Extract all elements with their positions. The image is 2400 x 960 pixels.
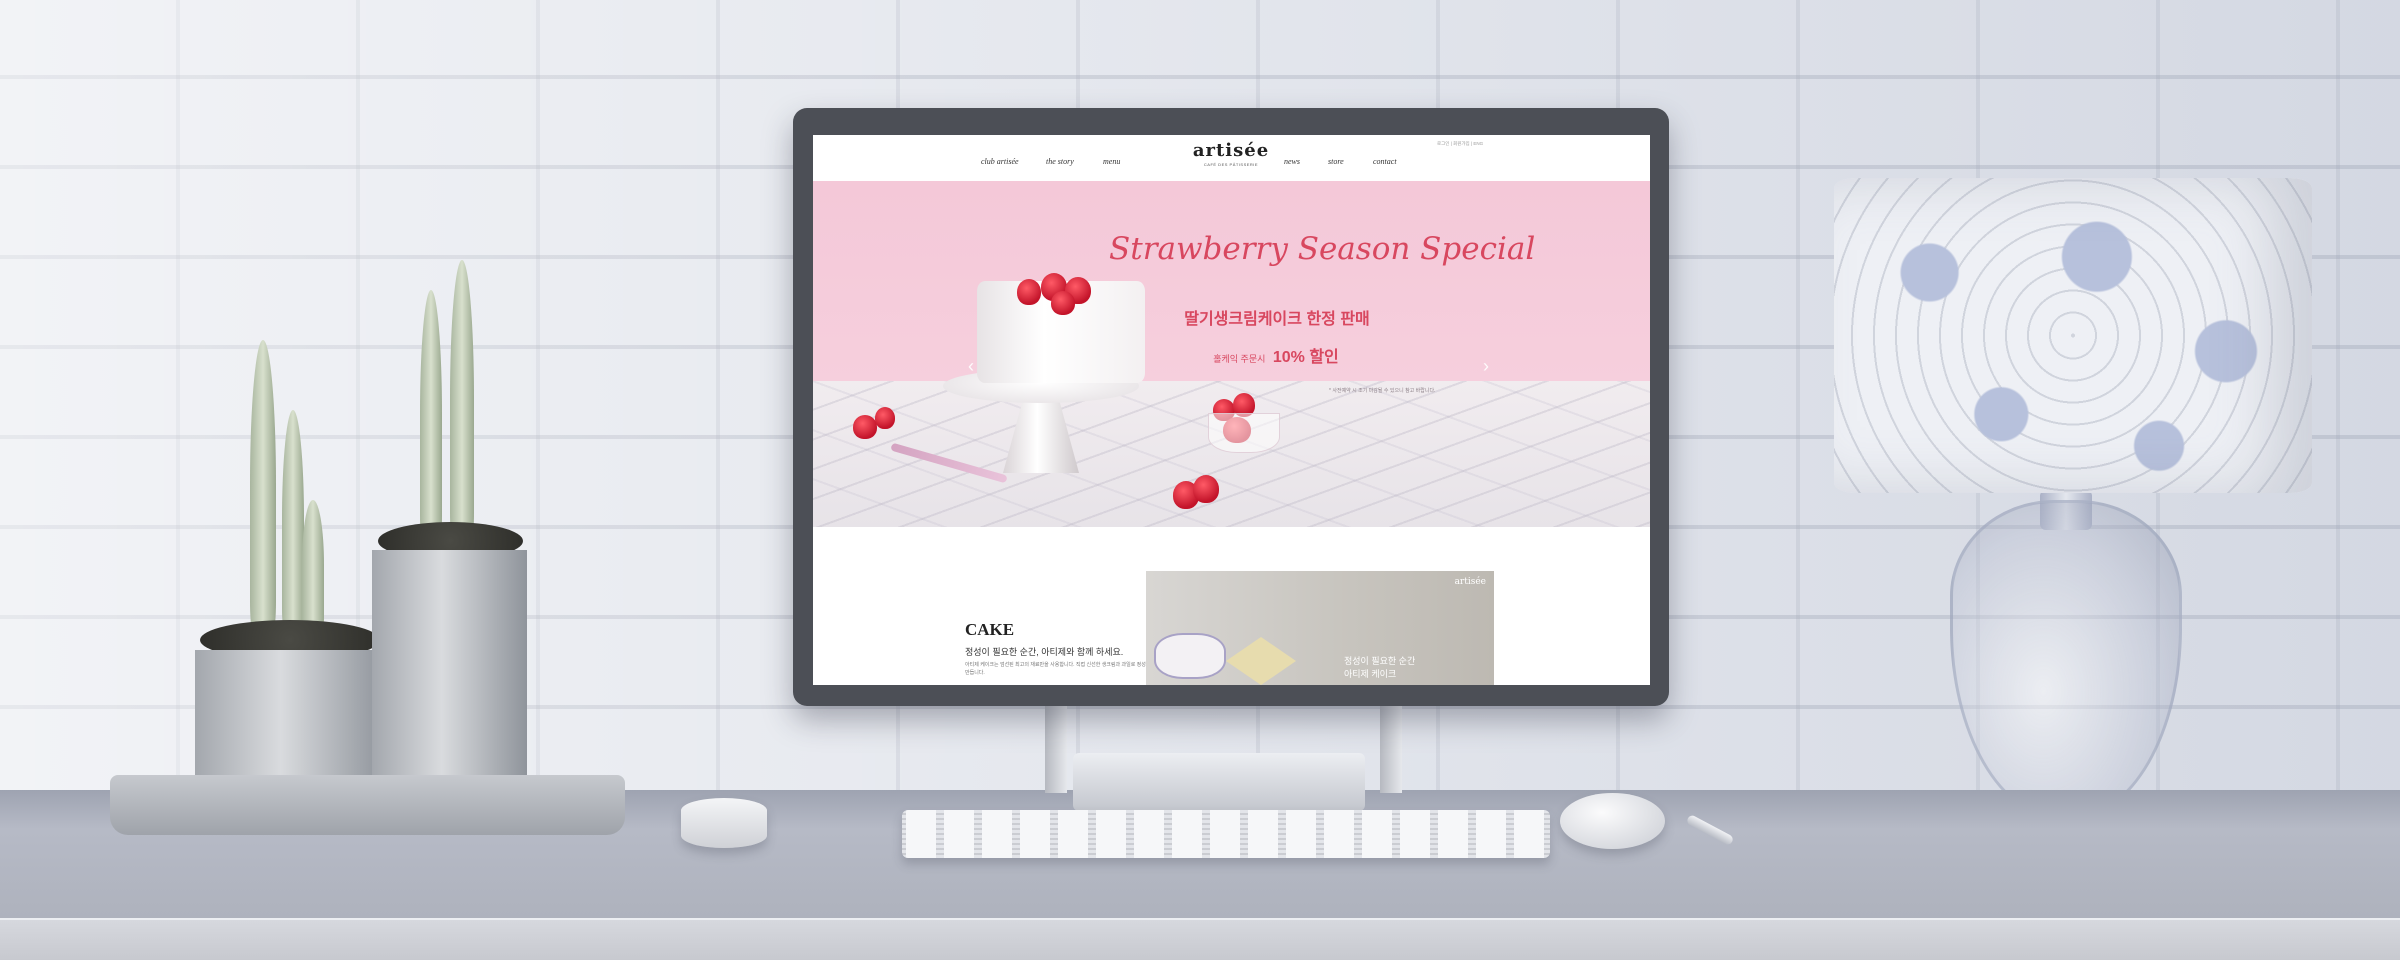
nav-menu[interactable]: menu xyxy=(1103,157,1120,166)
plant-leaf xyxy=(250,340,276,630)
image-caption: 정성이 필요한 순간 아티제 케이크 xyxy=(1344,655,1415,681)
image-caption-line: 아티제 케이크 xyxy=(1344,669,1397,679)
monitor-stand-base xyxy=(1073,753,1365,811)
chevron-left-icon[interactable]: ‹ xyxy=(968,356,974,377)
plant-leaf xyxy=(450,260,474,540)
hero-title: Strawberry Season Special xyxy=(1109,231,1536,267)
cake-section: CAKE 정성이 필요한 순간, 아티제와 함께 하세요. 아티제 케이크는 엄… xyxy=(813,527,1650,685)
nav-store[interactable]: store xyxy=(1328,157,1344,166)
dessert-photo xyxy=(1154,633,1226,679)
discount-value: 10% 할인 xyxy=(1272,349,1339,366)
strawberry xyxy=(1017,279,1041,305)
strawberry xyxy=(875,407,895,429)
plant-pot xyxy=(195,650,385,795)
chevron-right-icon[interactable]: › xyxy=(1483,356,1489,377)
image-caption-line: 정성이 필요한 순간 xyxy=(1344,656,1416,666)
cake-description: 아티제 케이크는 엄선된 최고의 재료만을 사용합니다. 직접 신선한 생크림과… xyxy=(965,662,1151,676)
lamp-shade xyxy=(1834,178,2312,493)
logo-tagline: CAFÉ DES PÂTISSERIE xyxy=(1203,162,1259,167)
plant-tray xyxy=(110,775,625,835)
cake-subheading: 정성이 필요한 순간, 아티제와 함께 하세요. xyxy=(965,647,1124,657)
desk-edge xyxy=(0,918,2400,960)
speaker-puck xyxy=(681,798,767,848)
discount-prefix: 홀케익 주문시 xyxy=(1213,354,1266,364)
monitor-stand-arm xyxy=(1045,703,1067,793)
utility-links[interactable]: 로그인 | 회원가입 | ENG xyxy=(1437,141,1483,147)
site-header: club artisée the story menu artisée CAFÉ… xyxy=(813,135,1650,181)
hero-note: * 사전예약 시 조기 마감될 수 있으니 참고 바랍니다. xyxy=(1329,388,1436,394)
monitor-screen: club artisée the story menu artisée CAFÉ… xyxy=(813,135,1650,685)
cake-promo-image[interactable]: artisée 정성이 필요한 순간 아티제 케이크 xyxy=(1146,571,1494,685)
plant-pot xyxy=(372,550,527,775)
monitor-stand-arm xyxy=(1380,703,1402,793)
image-logo: artisée xyxy=(1454,577,1486,587)
hero-discount: 홀케익 주문시 10% 할인 xyxy=(1201,343,1351,367)
hero-subtitle: 딸기생크림케이크 한정 판매 xyxy=(1184,311,1370,328)
mouse[interactable] xyxy=(1560,793,1665,849)
strawberry xyxy=(853,415,877,439)
cake-box-photo xyxy=(1226,637,1296,685)
strawberry xyxy=(1051,291,1075,315)
plant-leaf xyxy=(282,410,304,630)
nav-contact[interactable]: contact xyxy=(1373,157,1397,166)
plant-leaf xyxy=(420,290,442,540)
logo-wordmark: artisée xyxy=(1192,140,1270,161)
plant-leaf xyxy=(302,500,324,630)
hero-banner[interactable]: Strawberry Season Special 딸기생크림케이크 한정 판매… xyxy=(813,181,1650,527)
nav-the-story[interactable]: the story xyxy=(1046,157,1074,166)
nav-club-artisee[interactable]: club artisée xyxy=(981,157,1019,166)
nav-news[interactable]: news xyxy=(1284,157,1300,166)
keyboard[interactable] xyxy=(902,810,1550,858)
strawberry xyxy=(1193,475,1219,503)
cake-heading: CAKE xyxy=(965,620,1015,639)
site-logo[interactable]: artisée CAFÉ DES PÂTISSERIE xyxy=(1181,140,1281,168)
glass-bowl xyxy=(1208,413,1280,453)
